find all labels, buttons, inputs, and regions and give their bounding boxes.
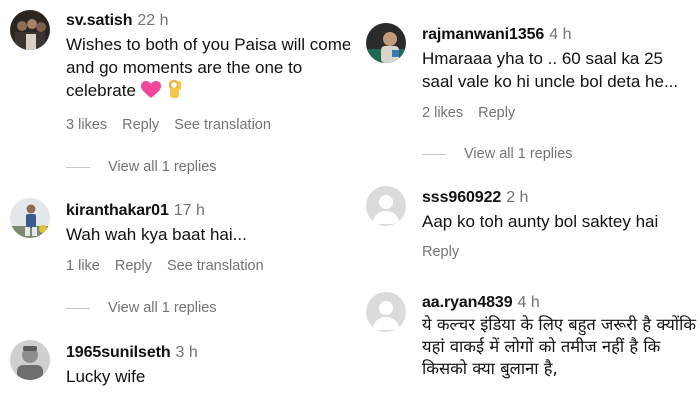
reply-button[interactable]: Reply	[478, 105, 515, 121]
default-user-icon	[366, 292, 406, 332]
divider	[66, 166, 90, 168]
comment-text: Wah wah kya baat hai...	[66, 225, 247, 244]
comment-time: 3 h	[175, 344, 198, 361]
comment-time: 4 h	[549, 26, 572, 43]
see-translation-link[interactable]: See translation	[167, 258, 264, 274]
divider	[66, 307, 90, 309]
comment-username[interactable]: sv.satish	[66, 12, 133, 29]
comment-actions: 1 like Reply See translation	[66, 258, 279, 274]
divider	[422, 153, 446, 155]
comment-text: Wishes to both of you Paisa will come an…	[66, 33, 350, 105]
comment-username[interactable]: 1965sunilseth	[66, 344, 171, 361]
view-replies-label: View all 1 replies	[464, 146, 573, 162]
avatar[interactable]	[366, 292, 406, 332]
ok-hand-icon	[166, 79, 184, 105]
comment-username[interactable]: aa.ryan4839	[422, 294, 513, 311]
comment-time: 2 h	[506, 189, 529, 206]
view-replies-label: View all 1 replies	[108, 300, 217, 316]
likes-count[interactable]: 3 likes	[66, 117, 107, 133]
likes-count[interactable]: 1 like	[66, 258, 100, 274]
comment-actions: 3 likes Reply See translation	[66, 117, 286, 133]
comment-text: Aap ko toh aunty bol saktey hai	[422, 212, 659, 231]
comments-column-right: rajmanwani1356 4 h Hmaraaa yha to .. 60 s…	[350, 0, 700, 394]
view-replies-button[interactable]: View all 1 replies	[66, 300, 217, 316]
avatar[interactable]	[10, 340, 50, 380]
comment-text-content: Wishes to both of you Paisa will come an…	[66, 35, 350, 100]
comment-username[interactable]: kiranthakar01	[66, 202, 169, 219]
comment-time: 22 h	[137, 12, 169, 29]
comment-text: ये कल्चर इंडिया के लिए बहुत जरूरी है क्य…	[422, 315, 697, 378]
likes-count[interactable]: 2 likes	[422, 105, 463, 121]
comment-actions: 2 likes Reply	[422, 105, 530, 121]
comment-time: 17 h	[173, 202, 205, 219]
view-replies-button[interactable]: View all 1 replies	[422, 146, 573, 162]
avatar[interactable]	[366, 186, 406, 226]
comment-time: 4 h	[517, 294, 540, 311]
avatar[interactable]	[10, 10, 50, 50]
comment-text: Hmaraaa yha to .. 60 saal ka 25 saal val…	[422, 49, 679, 91]
see-translation-link[interactable]: See translation	[174, 117, 271, 133]
comments-column-left: sv.satish 22 h Wishes to both of you Pais…	[0, 0, 350, 394]
avatar[interactable]	[366, 23, 406, 63]
pink-heart-icon	[140, 81, 161, 105]
avatar[interactable]	[10, 198, 50, 238]
default-user-icon	[366, 186, 406, 226]
comment-username[interactable]: rajmanwani1356	[422, 26, 544, 43]
reply-button[interactable]: Reply	[422, 244, 459, 260]
view-replies-label: View all 1 replies	[108, 159, 217, 175]
reply-button[interactable]: Reply	[122, 117, 159, 133]
comment-actions: Reply	[422, 244, 474, 260]
view-replies-button[interactable]: View all 1 replies	[66, 159, 217, 175]
comment-username[interactable]: sss960922	[422, 189, 501, 206]
reply-button[interactable]: Reply	[115, 258, 152, 274]
comment-text: Lucky wife	[66, 367, 146, 386]
